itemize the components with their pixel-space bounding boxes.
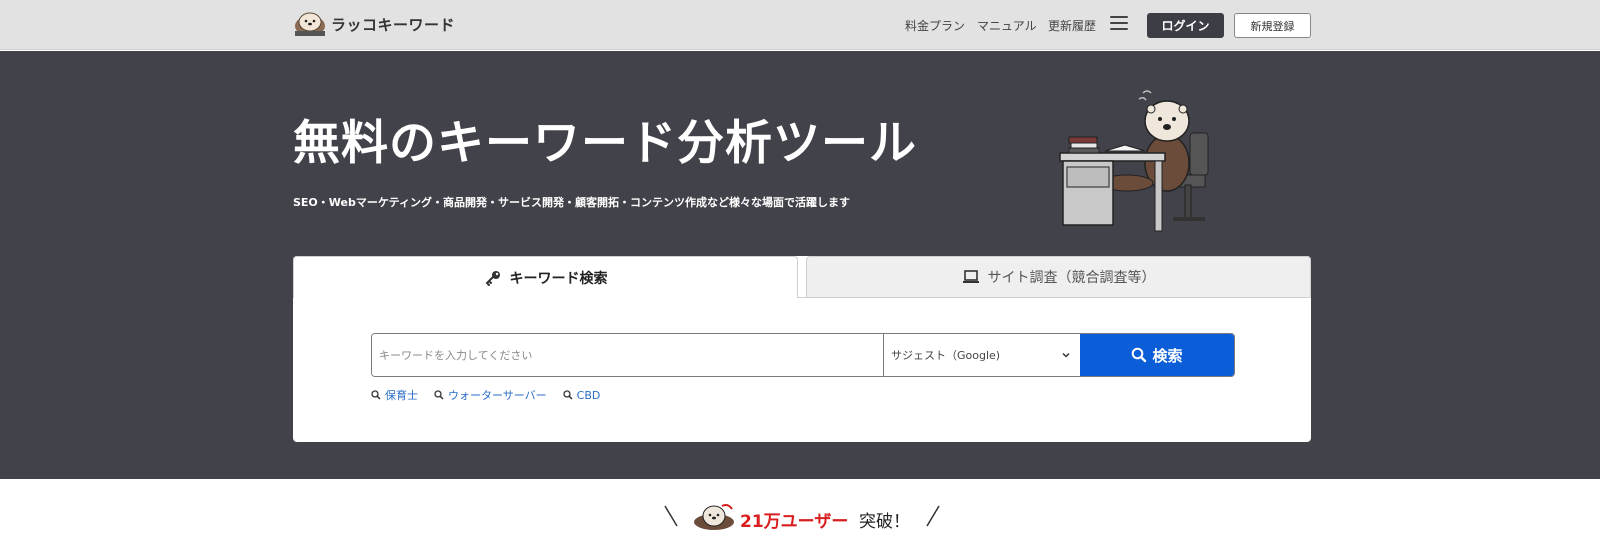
suggest-source-value: サジェスト（Google) [891,349,1001,362]
search-tabs: キーワード検索 サイト調査（競合調査等） [293,256,1311,298]
decorative-slash-left [664,505,678,527]
tab-site-label: サイト調査（競合調査等） [987,270,1156,286]
nav-pricing-link[interactable]: 料金プラン [905,17,965,34]
search-panel: キーワード検索 サイト調査（競合調査等） サジェスト（Google) [293,256,1311,442]
example-keyword-label: 保育士 [385,389,418,402]
otter-logo-icon [295,12,325,36]
hero-subtitle: SEO・Webマーケティング・商品開発・サービス開発・顧客開拓・コンテンツ作成な… [293,196,850,209]
search-icon [1132,347,1147,363]
suggest-source-select[interactable]: サジェスト（Google) [883,334,1080,376]
top-navbar: ラッコキーワード 料金プラン マニュアル 更新履歴 ログイン 新規登録 [0,0,1600,50]
laptop-icon [962,270,979,283]
search-icon [563,390,573,400]
otter-at-desk-illustration [1059,90,1209,232]
nav-changelog-link[interactable]: 更新履歴 [1048,17,1096,34]
search-button-label: 検索 [1152,346,1183,365]
tab-site-research[interactable]: サイト調査（競合調査等） [806,256,1311,298]
keyword-search-input[interactable] [372,334,883,376]
example-keyword-label: CBD [576,388,601,402]
decorative-slash-right [926,505,940,527]
search-icon [371,390,381,400]
hero-title: 無料のキーワード分析ツール [293,116,917,171]
search-icon [434,390,444,400]
users-milestone-banner: 21万ユーザー 突破！ [0,494,1600,538]
search-bar: サジェスト（Google) 検索 [371,333,1235,377]
milestone-suffix-text: 突破！ [859,512,910,532]
hamburger-menu-icon[interactable] [1110,16,1128,32]
tab-keyword-label: キーワード検索 [509,270,608,287]
nav-manual-link[interactable]: マニュアル [977,17,1037,34]
example-keyword-link[interactable]: ウォーターサーバー [434,387,547,403]
tab-divider [798,297,1311,298]
example-keyword-link[interactable]: 保育士 [371,387,418,403]
user-count-text: 21万ユーザー [740,512,849,532]
example-keywords: 保育士 ウォーターサーバー CBD [371,387,616,403]
login-button[interactable]: ログイン [1147,13,1224,38]
site-logo[interactable]: ラッコキーワード [293,11,455,37]
example-keyword-link[interactable]: CBD [563,387,601,403]
chevron-down-icon [1062,352,1070,358]
logo-text: ラッコキーワード [331,15,456,34]
otter-banner-illustration [694,504,734,530]
example-keyword-label: ウォーターサーバー [448,389,547,402]
tab-keyword-search[interactable]: キーワード検索 [293,256,798,298]
key-icon [485,270,500,286]
signup-button[interactable]: 新規登録 [1234,13,1311,38]
hero-section: 無料のキーワード分析ツール SEO・Webマーケティング・商品開発・サービス開発… [0,51,1600,479]
search-button[interactable]: 検索 [1080,334,1234,376]
